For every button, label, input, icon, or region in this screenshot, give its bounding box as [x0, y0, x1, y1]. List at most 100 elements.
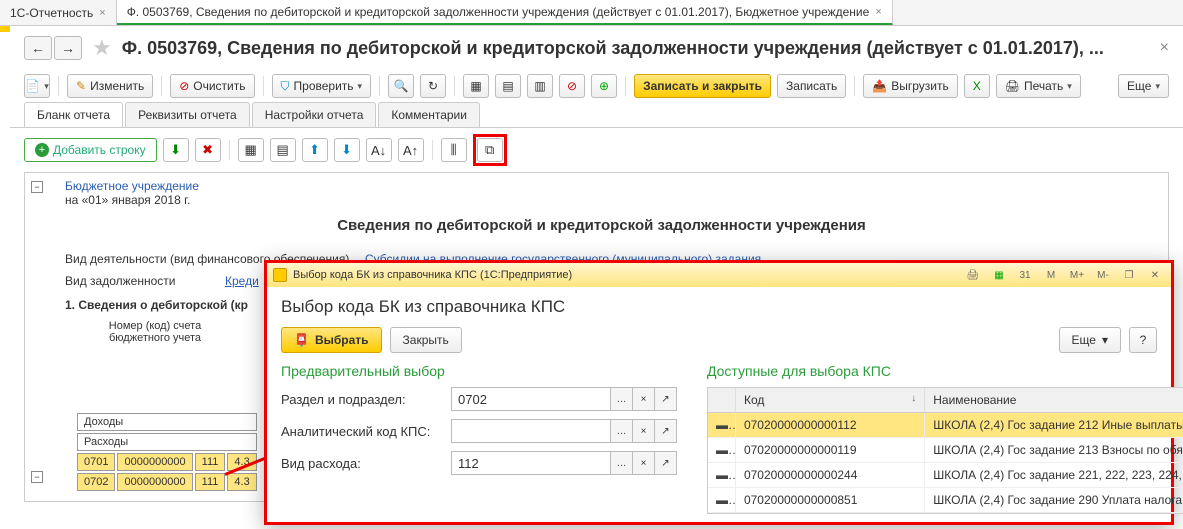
analytic-input[interactable]: [451, 419, 611, 443]
row-marker-icon: ▬: [716, 468, 736, 482]
tab-label: Ф. 0503769, Сведения по дебиторской и кр…: [127, 5, 870, 19]
win-grid-icon[interactable]: ▦: [989, 267, 1009, 283]
win-restore-icon[interactable]: ❐: [1119, 267, 1139, 283]
section-label: Раздел и подраздел:: [281, 392, 451, 407]
kps-picker-dialog: Выбор кода БК из справочника КПС (1С:Пре…: [264, 260, 1174, 525]
favorite-icon[interactable]: ★: [92, 35, 112, 61]
section-input[interactable]: 0702: [451, 387, 611, 411]
row-tool-2[interactable]: ✖: [195, 138, 221, 162]
win-close-icon[interactable]: ✕: [1145, 267, 1165, 283]
excel-button[interactable]: X: [964, 74, 990, 98]
check-button[interactable]: ⛉Проверить▾: [272, 74, 372, 98]
row-marker-icon: ▬: [716, 443, 736, 457]
tool-b-button[interactable]: ▤: [495, 74, 521, 98]
dialog-heading: Выбор кода БК из справочника КПС: [281, 297, 1157, 317]
row-tool-down[interactable]: ⬇: [334, 138, 360, 162]
export-button[interactable]: 📤Выгрузить: [863, 74, 957, 98]
grid-col-code[interactable]: Код↓: [736, 388, 925, 412]
tab-close-icon[interactable]: ×: [99, 7, 105, 19]
edit-button[interactable]: ✎Изменить: [67, 74, 153, 98]
expense-pick-icon[interactable]: …: [611, 451, 633, 475]
tree-toggle-2[interactable]: −: [31, 471, 43, 483]
nav-back-button[interactable]: ←: [24, 36, 52, 60]
income-header: Доходы: [77, 413, 257, 431]
grid-row[interactable]: ▬ 07020000000000112 ШКОЛА (2,4) Гос зада…: [708, 413, 1183, 438]
analytic-open-icon[interactable]: ↗: [655, 419, 677, 443]
win-print-icon[interactable]: 🖨: [963, 267, 983, 283]
search-button[interactable]: 🔍: [388, 74, 414, 98]
nav-fwd-button[interactable]: →: [54, 36, 82, 60]
print-button[interactable]: 🖨Печать▾: [996, 74, 1081, 98]
available-heading: Доступные для выбора КПС: [707, 363, 1183, 379]
dialog-title: Выбор кода БК из справочника КПС (1С:Пре…: [293, 269, 572, 281]
tab-settings[interactable]: Настройки отчета: [252, 102, 377, 127]
win-mminus-icon[interactable]: M-: [1093, 267, 1113, 283]
tab-blank[interactable]: Бланк отчета: [24, 102, 123, 127]
analytic-clear-icon[interactable]: ×: [633, 419, 655, 443]
grid-col-name[interactable]: Наименование: [925, 388, 1183, 412]
org-name: Бюджетное учреждение: [65, 179, 1138, 193]
row-tool-up[interactable]: ⬆: [302, 138, 328, 162]
table-row[interactable]: 0701 0000000000 111 4.3: [77, 453, 257, 471]
section-open-icon[interactable]: ↗: [655, 387, 677, 411]
page-title: Ф. 0503769, Сведения по дебиторской и кр…: [122, 38, 1150, 59]
tab-requisites[interactable]: Реквизиты отчета: [125, 102, 250, 127]
more-button[interactable]: Еще▾: [1118, 74, 1169, 98]
analytic-label: Аналитический код КПС:: [281, 424, 451, 439]
close-button[interactable]: Закрыть: [390, 327, 462, 353]
app-tab-form[interactable]: Ф. 0503769, Сведения по дебиторской и кр…: [117, 0, 893, 25]
tool-e-button[interactable]: ⊕: [591, 74, 617, 98]
table-row[interactable]: 0702 0000000000 111 4.3: [77, 473, 257, 491]
analytic-pick-icon[interactable]: …: [611, 419, 633, 443]
doc-main-title: Сведения по дебиторской и кредиторской з…: [65, 217, 1138, 234]
app-tab-reporting[interactable]: 1С-Отчетность ×: [0, 0, 117, 25]
row-tool-3[interactable]: ▦: [238, 138, 264, 162]
row-marker-icon: ▬: [716, 418, 736, 432]
save-button[interactable]: Записать: [777, 74, 846, 98]
debt-label: Вид задолженности: [65, 274, 225, 288]
tab-label: 1С-Отчетность: [10, 6, 93, 20]
row-tool-1[interactable]: ⬇: [163, 138, 189, 162]
mini-table: Доходы Расходы 0701 0000000000 111 4.3 0…: [75, 411, 259, 493]
expense-clear-icon[interactable]: ×: [633, 451, 655, 475]
tool-a-button[interactable]: ▦: [463, 74, 489, 98]
help-button[interactable]: ?: [1129, 327, 1157, 353]
row-tool-4[interactable]: ▤: [270, 138, 296, 162]
dialog-more-button[interactable]: Еще ▾: [1059, 327, 1121, 353]
expense-header: Расходы: [77, 433, 257, 451]
section-clear-icon[interactable]: ×: [633, 387, 655, 411]
expense-open-icon[interactable]: ↗: [655, 451, 677, 475]
doc-date: на «01» января 2018 г.: [65, 193, 1138, 207]
row-tool-sort-a[interactable]: A↓: [366, 138, 392, 162]
tab-close-icon[interactable]: ×: [875, 6, 881, 18]
row-tool-copy[interactable]: ⧉: [477, 138, 503, 162]
col-header: Номер (код) счета бюджетного учета: [65, 320, 245, 344]
tab-comments[interactable]: Комментарии: [378, 102, 480, 127]
row-tool-cols[interactable]: ⫼: [441, 138, 467, 162]
expense-input[interactable]: 112: [451, 451, 611, 475]
win-mplus-icon[interactable]: M+: [1067, 267, 1087, 283]
new-button[interactable]: 📄▾: [24, 74, 50, 98]
row-marker-icon: ▬: [716, 493, 736, 507]
row-tool-sort-d[interactable]: A↑: [398, 138, 424, 162]
clear-button[interactable]: ⊘Очистить: [170, 74, 254, 98]
add-row-button[interactable]: +Добавить строку: [24, 138, 157, 162]
side-accent: [0, 26, 10, 32]
grid-row[interactable]: ▬ 07020000000000851 ШКОЛА (2,4) Гос зада…: [708, 488, 1183, 513]
grid-row[interactable]: ▬ 07020000000000244 ШКОЛА (2,4) Гос зада…: [708, 463, 1183, 488]
page-close-icon[interactable]: ×: [1160, 39, 1169, 57]
grid-col-icon[interactable]: [708, 388, 736, 412]
save-close-button[interactable]: Записать и закрыть: [634, 74, 771, 98]
refresh-button[interactable]: ↻: [420, 74, 446, 98]
debt-value[interactable]: Креди: [225, 274, 259, 288]
tool-c-button[interactable]: ▥: [527, 74, 553, 98]
tool-d-button[interactable]: ⊘: [559, 74, 585, 98]
select-button[interactable]: 📮Выбрать: [281, 327, 382, 353]
win-cal-icon[interactable]: 31: [1015, 267, 1035, 283]
kps-grid: Код↓ Наименование Вид ▬ 0702000000000011…: [707, 387, 1183, 514]
expense-label: Вид расхода:: [281, 456, 451, 471]
section-pick-icon[interactable]: …: [611, 387, 633, 411]
grid-row[interactable]: ▬ 07020000000000119 ШКОЛА (2,4) Гос зада…: [708, 438, 1183, 463]
win-m-icon[interactable]: M: [1041, 267, 1061, 283]
app-icon: [273, 268, 287, 282]
